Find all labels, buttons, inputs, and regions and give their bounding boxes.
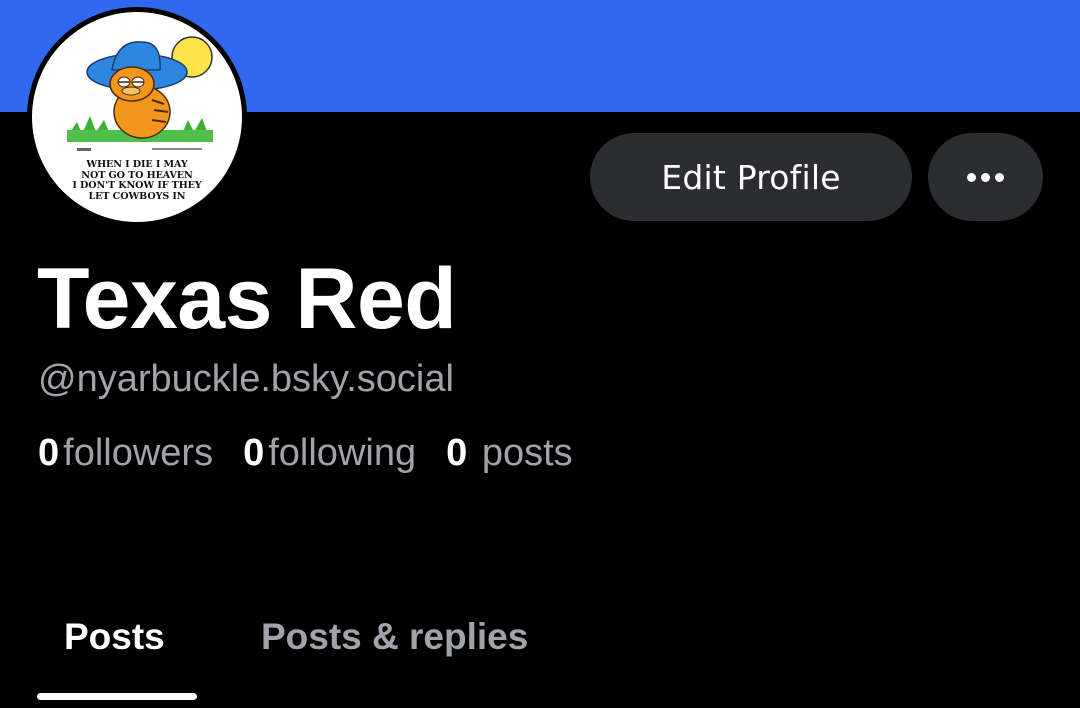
following-count: 0 <box>243 432 265 474</box>
edit-profile-button[interactable]: Edit Profile <box>590 133 912 221</box>
more-horizontal-icon <box>965 172 1007 182</box>
posts-label: posts <box>481 432 573 474</box>
more-options-button[interactable] <box>928 133 1043 221</box>
posts-stat: 0 posts <box>446 432 573 475</box>
profile-tabs: Posts Posts & replies <box>0 598 1080 708</box>
display-name: Texas Red <box>37 251 457 347</box>
more-icon-dot <box>981 172 990 182</box>
avatar[interactable]: WHEN I DIE I MAY NOT GO TO HEAVEN I DON'… <box>27 7 247 227</box>
avatar-caption-line: I DON'T KNOW IF THEY <box>72 180 202 191</box>
followers-stat[interactable]: 0 followers <box>38 432 213 475</box>
avatar-caption-line: WHEN I DIE I MAY <box>86 159 188 170</box>
tab-posts[interactable]: Posts <box>64 616 165 658</box>
posts-count: 0 <box>446 432 468 474</box>
following-stat[interactable]: 0 following <box>243 432 416 475</box>
more-icon-dot <box>967 172 976 182</box>
following-label: following <box>268 432 417 474</box>
followers-count: 0 <box>38 432 60 474</box>
avatar-caption: WHEN I DIE I MAY NOT GO TO HEAVEN I DON'… <box>32 159 242 202</box>
avatar-caption-line: LET COWBOYS IN <box>88 190 186 202</box>
profile-stats: 0 followers 0 following 0 posts <box>38 432 603 475</box>
selected-tab-indicator <box>37 693 197 700</box>
avatar-image: WHEN I DIE I MAY NOT GO TO HEAVEN I DON'… <box>32 12 242 222</box>
tab-posts-and-replies[interactable]: Posts & replies <box>261 616 528 658</box>
more-icon-dot <box>995 172 1004 182</box>
followers-label: followers <box>63 432 214 474</box>
profile-handle: @nyarbuckle.bsky.social <box>38 358 454 400</box>
